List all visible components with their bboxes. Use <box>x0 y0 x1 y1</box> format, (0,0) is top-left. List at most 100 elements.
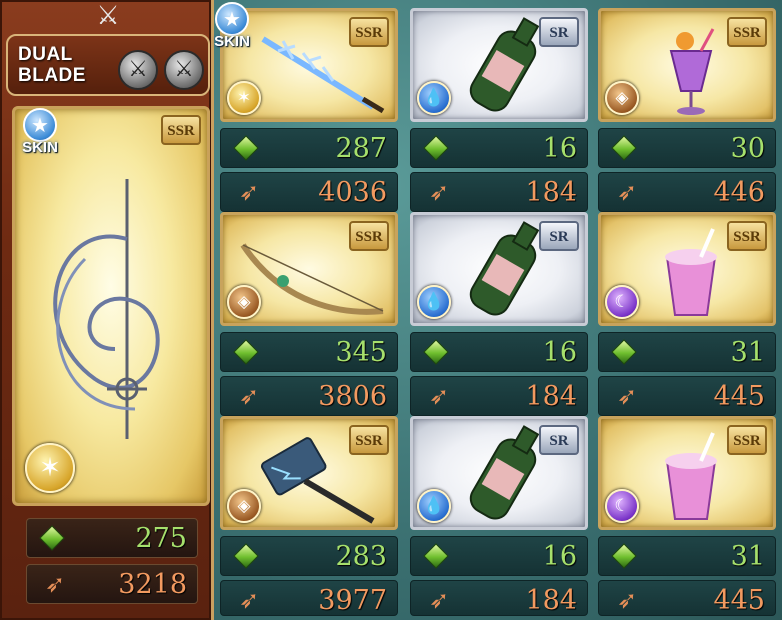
dark-element-icon: ☾ <box>605 285 639 319</box>
atk-stat: ➶ 184 <box>410 172 588 212</box>
hp-gem-icon <box>611 543 637 569</box>
grid-weapon-6[interactable]: SSR ☾ 31 ➶ 445 <box>598 212 776 416</box>
rarity-badge: SSR <box>161 115 201 145</box>
hp-stat: 31 <box>598 332 776 372</box>
weapon-art: SR 💧 <box>410 212 588 326</box>
rarity-badge: SSR <box>349 425 389 455</box>
dark-element-icon: ☾ <box>605 489 639 523</box>
light-element-icon: ✶ <box>227 81 261 115</box>
hp-value: 345 <box>335 337 387 368</box>
hp-value: 287 <box>335 133 387 164</box>
grid-weapon-8[interactable]: SR 💧 16 ➶ 184 <box>410 416 588 620</box>
hp-gem-icon <box>611 339 637 365</box>
crossed-swords-crest-icon: ⚔ <box>96 1 120 31</box>
earth-element-icon: ◈ <box>227 489 261 523</box>
attack-icon: ➶ <box>616 382 638 410</box>
hp-value: 30 <box>730 133 765 164</box>
weapon-art: SSR ◈ <box>220 416 398 530</box>
attack-icon: ➶ <box>428 178 450 206</box>
grid-weapon-3[interactable]: SSR ◈ 30 ➶ 446 <box>598 8 776 212</box>
sword-icon: ⚔ <box>164 50 204 90</box>
grid-weapon-7[interactable]: SSR ◈ 283 ➶ 3977 <box>220 416 398 620</box>
hp-value: 31 <box>730 541 765 572</box>
hp-value: 16 <box>542 541 577 572</box>
attack-icon: ➶ <box>616 178 638 206</box>
hp-value: 16 <box>542 337 577 368</box>
atk-value: 446 <box>713 177 765 208</box>
hp-stat: 345 <box>220 332 398 372</box>
light-element-icon: ✶ <box>25 443 75 493</box>
hp-gem-icon <box>423 339 449 365</box>
grid-weapon-2[interactable]: SR 💧 16 ➶ 184 <box>410 8 588 212</box>
grid-weapon-4[interactable]: SSR ◈ 345 ➶ 3806 <box>220 212 398 416</box>
earth-element-icon: ◈ <box>605 81 639 115</box>
atk-stat: ➶ 184 <box>410 580 588 616</box>
atk-value: 445 <box>713 381 765 412</box>
hp-gem-icon <box>233 135 259 161</box>
star-icon: ★ <box>215 2 249 36</box>
skin-badge: ★ SKIN <box>206 2 258 56</box>
weapon-art: SSR ◈ <box>220 212 398 326</box>
atk-value: 445 <box>713 585 765 616</box>
hp-gem-icon <box>423 135 449 161</box>
rarity-badge: SR <box>539 221 579 251</box>
attack-icon: ➶ <box>238 586 260 614</box>
atk-stat: ➶ 445 <box>598 376 776 416</box>
weapon-art: SSR ☾ <box>598 416 776 530</box>
weapon-art: SR 💧 <box>410 8 588 122</box>
weapon-art: SR 💧 <box>410 416 588 530</box>
hp-gem-icon <box>233 339 259 365</box>
rarity-badge: SR <box>539 17 579 47</box>
weapon-art: SSR ☾ <box>598 212 776 326</box>
hp-value: 283 <box>335 541 387 572</box>
grid-weapon-9[interactable]: SSR ☾ 31 ➶ 445 <box>598 416 776 620</box>
atk-value: 3806 <box>318 381 387 412</box>
skin-label: SKIN <box>214 33 250 50</box>
atk-value: 184 <box>525 177 577 208</box>
atk-stat: ➶ 3806 <box>220 376 398 416</box>
earth-element-icon: ◈ <box>227 285 261 319</box>
hp-stat: 283 <box>220 536 398 576</box>
rarity-badge: SR <box>539 425 579 455</box>
grid-weapon-5[interactable]: SR 💧 16 ➶ 184 <box>410 212 588 416</box>
water-element-icon: 💧 <box>417 285 451 319</box>
atk-value: 3218 <box>118 569 187 600</box>
hp-gem-icon <box>611 135 637 161</box>
atk-value: 4036 <box>318 177 387 208</box>
hp-value: 16 <box>542 133 577 164</box>
rarity-badge: SSR <box>349 17 389 47</box>
weapon-art: SSR ◈ <box>598 8 776 122</box>
main-weapon-art: SSR ✶ <box>15 109 207 503</box>
main-atk-stat: ➶ 3218 <box>26 564 198 604</box>
attack-icon: ➶ <box>238 178 260 206</box>
rarity-badge: SSR <box>727 17 767 47</box>
atk-value: 3977 <box>318 585 387 616</box>
attack-icon: ➶ <box>428 586 450 614</box>
attack-icon: ➶ <box>616 586 638 614</box>
hp-gem-icon <box>423 543 449 569</box>
water-element-icon: 💧 <box>417 489 451 523</box>
main-hp-stat: 275 <box>26 518 198 558</box>
atk-stat: ➶ 446 <box>598 172 776 212</box>
skin-label: SKIN <box>22 139 58 156</box>
atk-value: 184 <box>525 585 577 616</box>
hp-stat: 287 <box>220 128 398 168</box>
proficiency-banner: DUAL BLADE ⚔ ⚔ <box>6 34 210 96</box>
proficiency-label: DUAL BLADE <box>18 44 86 86</box>
rarity-badge: SSR <box>349 221 389 251</box>
atk-stat: ➶ 184 <box>410 376 588 416</box>
hp-stat: 16 <box>410 332 588 372</box>
rarity-badge: SSR <box>727 425 767 455</box>
sword-icon: ⚔ <box>118 50 158 90</box>
skin-badge: ★ SKIN <box>14 108 66 162</box>
hp-stat: 16 <box>410 536 588 576</box>
hp-value: 31 <box>730 337 765 368</box>
hp-stat: 31 <box>598 536 776 576</box>
water-element-icon: 💧 <box>417 81 451 115</box>
atk-stat: ➶ 4036 <box>220 172 398 212</box>
star-icon: ★ <box>23 108 57 142</box>
main-weapon-slot[interactable]: SSR ✶ <box>12 106 210 506</box>
atk-stat: ➶ 3977 <box>220 580 398 616</box>
attack-icon: ➶ <box>44 570 66 598</box>
main-weapon-panel: ⚔ DUAL BLADE ⚔ ⚔ SSR ✶ ★ SKIN 275 ➶ 3218 <box>0 0 214 620</box>
